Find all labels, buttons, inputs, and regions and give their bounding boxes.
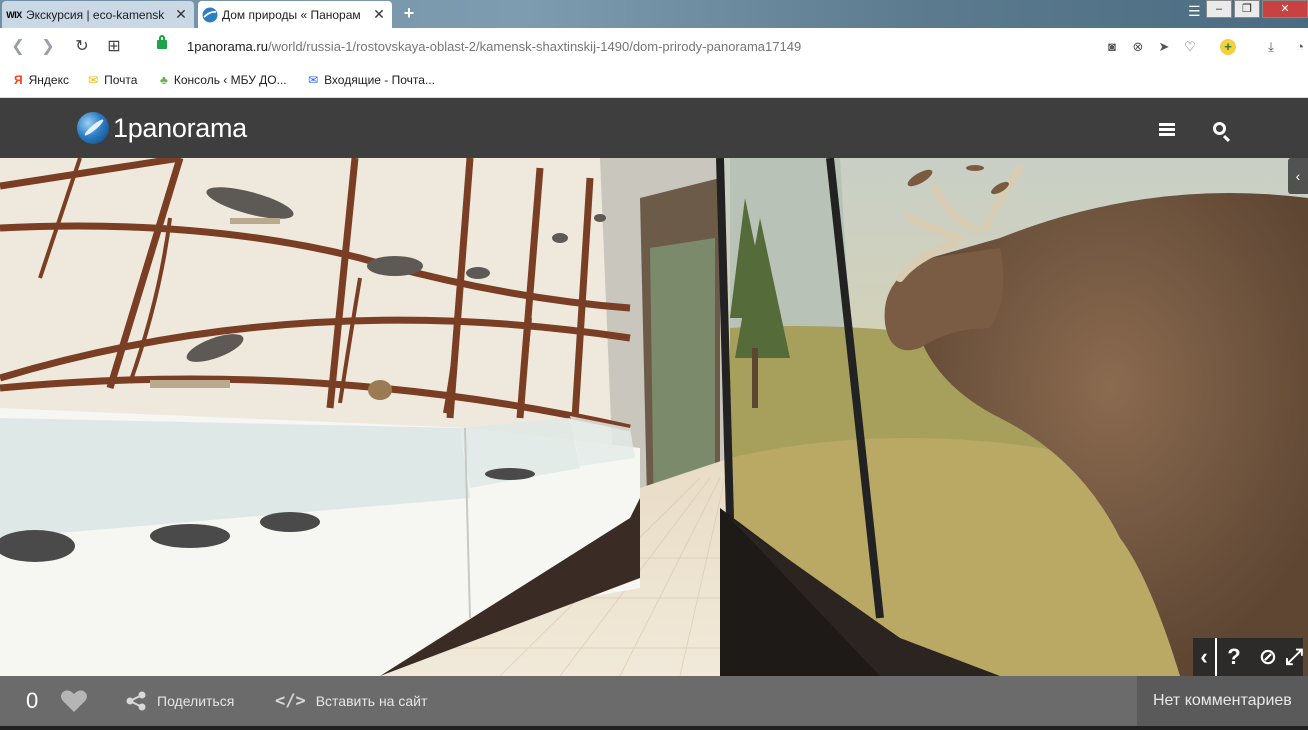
share-button[interactable]: Поделиться <box>125 691 234 711</box>
share-icon <box>126 691 146 711</box>
download-icon[interactable]: ⤓ <box>1263 39 1279 55</box>
wix-logo-icon: WIX <box>6 9 22 20</box>
heart-outline-icon[interactable]: ♡ <box>1182 39 1198 55</box>
address-bar: ❮ ❯ ↻ ⊞ 1panorama.ru/world/russia-1/rost… <box>0 28 1308 67</box>
window-controls: – ❐ ✕ <box>1204 0 1308 20</box>
bookmarks-bar: Я Яндекс ✉ Почта ♣ Консоль ‹ МБУ ДО... ✉… <box>0 66 1308 98</box>
logo-text: 1panorama <box>113 112 247 143</box>
likes-count: 0 <box>26 688 39 713</box>
1panorama-globe-icon <box>77 112 109 144</box>
camera-icon[interactable]: ◙ <box>1104 39 1120 55</box>
yandex-icon: Я <box>14 73 23 87</box>
url-field[interactable]: 1panorama.ru/world/russia-1/rostovskaya-… <box>187 39 801 54</box>
panorama-footer: 0 Поделиться </> Вставить на сайт Нет ко… <box>0 676 1308 726</box>
help-icon[interactable]: ? <box>1217 638 1251 676</box>
tab-eco-kamensk[interactable]: WIX Экскурсия | eco-kamensk ✕ <box>2 1 194 28</box>
embed-label: Вставить на сайт <box>315 693 428 709</box>
bookmark-mail[interactable]: ✉ Почта <box>88 73 137 87</box>
fullscreen-icon[interactable]: ⤢ <box>1285 638 1303 676</box>
viewer-controls: ‹ ? ⊘ ⤢ <box>1193 638 1303 676</box>
minimize-icon[interactable]: – <box>1206 0 1232 18</box>
lock-icon <box>157 35 167 49</box>
collapse-arrow-icon[interactable]: ‹ <box>1193 638 1217 676</box>
hamburger-menu-icon[interactable] <box>1159 123 1175 136</box>
tab-title: Экскурсия | eco-kamensk <box>26 7 165 22</box>
panorama-image[interactable] <box>0 158 1308 676</box>
site-header: 1panorama <box>0 98 1308 158</box>
code-icon: </> <box>275 691 306 711</box>
close-icon[interactable]: ✕ <box>174 6 188 23</box>
restore-icon[interactable]: ❐ <box>1234 0 1260 18</box>
bookmark-inbox[interactable]: ✉ Входящие - Почта... <box>308 73 435 87</box>
heart-icon[interactable] <box>60 689 88 713</box>
tab-title: Дом природы « Панорам <box>222 7 361 22</box>
panorama-viewer[interactable] <box>0 158 1308 676</box>
taskbar-strip <box>0 726 1308 730</box>
1panorama-globe-icon <box>202 7 218 23</box>
tree-icon: ♣ <box>160 73 168 87</box>
extension-icon[interactable]: + <box>1220 39 1236 55</box>
search-icon[interactable] <box>1213 122 1226 135</box>
send-icon[interactable]: ➤ <box>1156 39 1172 55</box>
bookmark-console[interactable]: ♣ Консоль ‹ МБУ ДО... <box>160 73 287 87</box>
mail-icon: ✉ <box>88 73 99 87</box>
reload-icon[interactable]: ↻ <box>72 37 92 57</box>
forward-icon[interactable]: ❯ <box>38 37 58 57</box>
comments-panel[interactable]: Нет комментариев <box>1137 676 1308 726</box>
apps-grid-icon[interactable]: ⊞ <box>104 37 124 57</box>
bookmark-yandex[interactable]: Я Яндекс <box>14 73 69 87</box>
close-icon[interactable]: ✕ <box>372 6 386 23</box>
inbox-icon: ✉ <box>308 73 319 87</box>
profile-icon[interactable]: ◔ <box>1292 39 1308 55</box>
back-icon[interactable]: ❮ <box>8 37 28 57</box>
hide-icon[interactable]: ⊘ <box>1251 638 1285 676</box>
browser-menu-icon[interactable]: ☰ <box>1188 3 1201 20</box>
browser-tab-strip: WIX Экскурсия | eco-kamensk ✕ Дом природ… <box>0 0 1308 28</box>
site-logo[interactable]: 1panorama <box>77 112 247 144</box>
new-tab-button[interactable]: + <box>400 4 418 23</box>
shield-icon[interactable]: ⊗ <box>1130 39 1146 55</box>
embed-button[interactable]: </> Вставить на сайт <box>275 691 427 711</box>
tab-dom-prirody[interactable]: Дом природы « Панорам ✕ <box>198 1 392 28</box>
side-panel-toggle-icon[interactable]: ‹ <box>1288 158 1308 194</box>
share-label: Поделиться <box>157 693 235 709</box>
close-window-icon[interactable]: ✕ <box>1262 0 1308 18</box>
